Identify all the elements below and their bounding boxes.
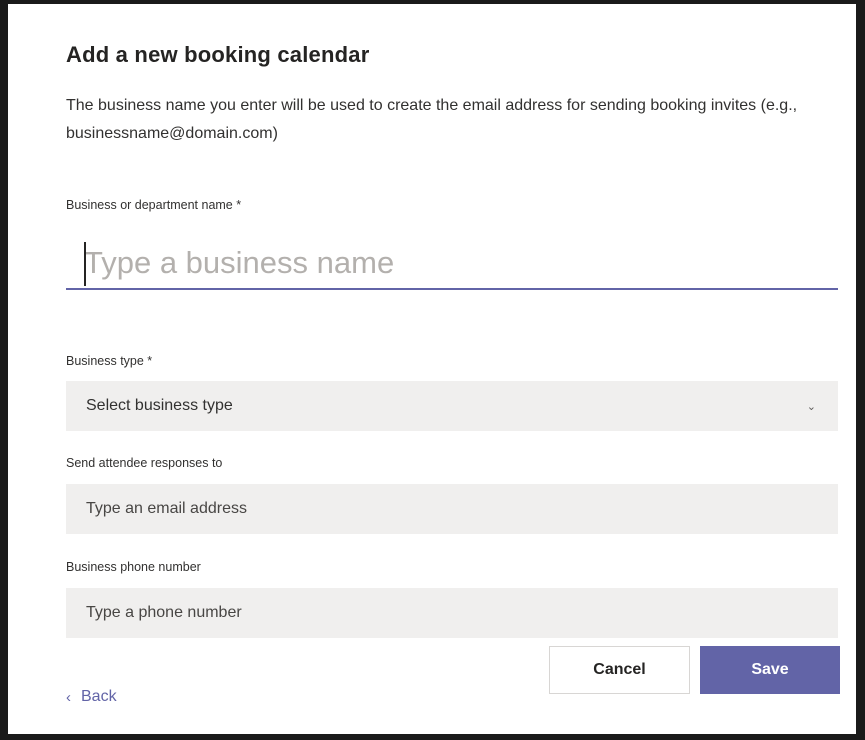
text-caret: [84, 242, 86, 286]
chevron-left-icon: ‹: [66, 688, 71, 706]
business-type-label: Business type *: [66, 354, 153, 368]
save-button[interactable]: Save: [700, 646, 840, 694]
business-name-label: Business or department name *: [66, 198, 242, 212]
business-type-select[interactable]: Select business type ⌄: [66, 381, 838, 431]
business-type-selected-value: Select business type: [86, 397, 233, 414]
back-label: Back: [81, 688, 117, 705]
back-button[interactable]: ‹ Back: [66, 688, 117, 706]
booking-calendar-dialog: Add a new booking calendar The business …: [8, 4, 856, 734]
dialog-description: The business name you enter will be used…: [66, 97, 798, 142]
phone-input[interactable]: [66, 588, 838, 638]
phone-label: Business phone number: [66, 560, 201, 574]
business-name-input[interactable]: [66, 238, 838, 290]
attendee-responses-label: Send attendee responses to: [66, 456, 223, 470]
dialog-title: Add a new booking calendar: [66, 42, 370, 67]
attendee-email-input[interactable]: [66, 484, 838, 534]
chevron-down-icon: ⌄: [806, 400, 816, 413]
cancel-button[interactable]: Cancel: [549, 646, 690, 694]
